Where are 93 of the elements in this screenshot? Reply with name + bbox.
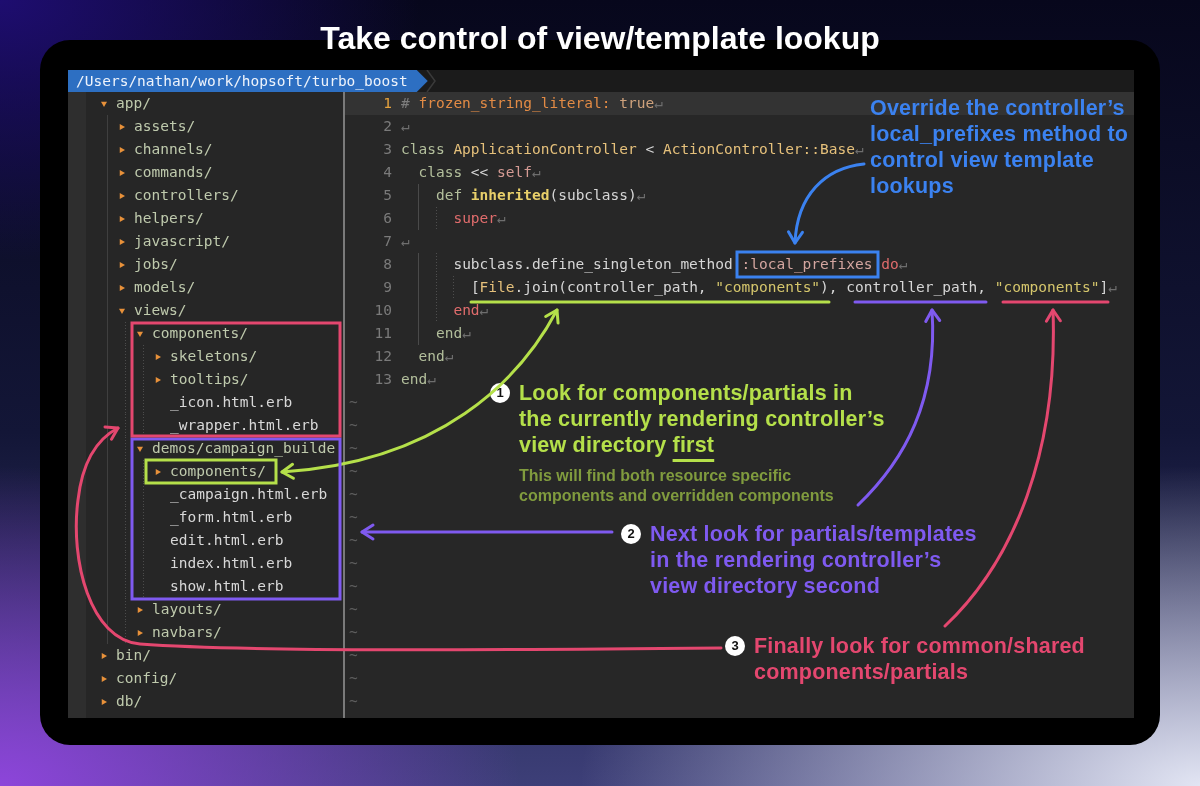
folder-item[interactable]: assets/ — [114, 115, 196, 138]
folder-item[interactable]: components/ — [150, 460, 267, 483]
line-number: 4 — [382, 163, 392, 182]
empty-line-marker: ~ — [349, 508, 358, 527]
caret-right-icon[interactable] — [155, 376, 161, 383]
caret-right-icon[interactable] — [119, 215, 125, 222]
caret-right-icon[interactable] — [137, 606, 143, 613]
empty-line-marker: ~ — [349, 600, 358, 619]
code-line: end↵ — [401, 370, 436, 389]
folder-item[interactable]: channels/ — [114, 138, 213, 161]
code-line: def inherited(subclass)↵ — [401, 184, 646, 207]
line-number: 2 — [382, 117, 392, 136]
empty-line-marker: ~ — [349, 692, 358, 711]
file-item[interactable]: _form.html.erb — [150, 506, 293, 529]
line-number: 5 — [382, 186, 392, 205]
line-number: 13 — [373, 370, 392, 389]
file-item[interactable]: _wrapper.html.erb — [150, 414, 319, 437]
folder-item[interactable]: tooltips/ — [150, 368, 249, 391]
caret-right-icon[interactable] — [119, 238, 125, 245]
code-line: ↵ — [401, 232, 410, 251]
caret-down-icon[interactable] — [119, 307, 125, 314]
caret-right-icon[interactable] — [101, 698, 107, 705]
folder-item[interactable]: skeletons/ — [150, 345, 258, 368]
folder-item[interactable]: navbars/ — [132, 621, 222, 644]
callout-text: Override the controller’s local_prefixes method to control view template lookups — [870, 95, 1129, 199]
line-number: 11 — [373, 324, 392, 343]
folder-item[interactable]: views/ — [114, 299, 187, 322]
line-number: 3 — [382, 140, 392, 159]
code-line: ↵ — [401, 117, 410, 136]
folder-item[interactable]: db/ — [96, 690, 143, 713]
empty-line-marker: ~ — [349, 646, 358, 665]
file-item[interactable]: edit.html.erb — [150, 529, 284, 552]
caret-down-icon[interactable] — [101, 100, 107, 107]
caret-right-icon[interactable] — [101, 675, 107, 682]
code-line: end↵ — [401, 299, 489, 322]
folder-item[interactable]: bin/ — [96, 644, 151, 667]
caret-right-icon[interactable] — [101, 652, 107, 659]
line-number: 8 — [382, 255, 392, 274]
caret-right-icon[interactable] — [137, 629, 143, 636]
empty-line-marker: ~ — [349, 393, 358, 412]
folder-item[interactable]: layouts/ — [132, 598, 222, 621]
caret-down-icon[interactable] — [137, 445, 143, 452]
caret-right-icon[interactable] — [155, 468, 161, 475]
line-number: 1 — [382, 94, 392, 113]
folder-item[interactable]: demos/campaign_builde — [132, 437, 336, 460]
empty-line-marker: ~ — [349, 462, 358, 481]
step-text: Look for components/partials in the currently rendering controller’s view directory first — [519, 380, 885, 459]
file-item[interactable]: _campaign.html.erb — [150, 483, 328, 506]
code-line: subclass.define_singleton_method :local_prefixes do↵ — [401, 253, 908, 276]
folder-item[interactable]: config/ — [96, 667, 178, 690]
caret-right-icon[interactable] — [155, 353, 161, 360]
line-number: 10 — [373, 301, 392, 320]
folder-item[interactable]: commands/ — [114, 161, 213, 184]
caret-right-icon[interactable] — [119, 261, 125, 268]
page-title: Take control of view/template lookup — [320, 20, 880, 56]
folder-item[interactable]: app/ — [96, 92, 151, 115]
line-number: 9 — [382, 278, 392, 297]
code-line: super↵ — [401, 207, 506, 230]
code-line: # frozen_string_literal: true↵ — [401, 94, 663, 114]
code-line: class << self↵ — [417, 163, 541, 182]
folder-item[interactable]: controllers/ — [114, 184, 239, 207]
code-line: end↵ — [417, 347, 454, 366]
line-number: 7 — [382, 232, 392, 251]
code-line: end↵ — [401, 322, 471, 345]
empty-line-marker: ~ — [349, 485, 358, 504]
folder-item[interactable]: models/ — [114, 276, 196, 299]
empty-line-marker: ~ — [349, 554, 358, 573]
caret-down-icon[interactable] — [137, 330, 143, 337]
caret-right-icon[interactable] — [119, 192, 125, 199]
empty-line-marker: ~ — [349, 623, 358, 642]
step-text: Next look for partials/templates in the rendering controller’s view directory second — [650, 521, 977, 600]
caret-right-icon[interactable] — [119, 146, 125, 153]
file-item[interactable]: show.html.erb — [150, 575, 284, 598]
folder-item[interactable]: helpers/ — [114, 207, 204, 230]
caret-right-icon[interactable] — [119, 284, 125, 291]
line-number: 12 — [373, 347, 392, 366]
code-line: class ApplicationController < ActionController::Base↵ — [401, 140, 864, 159]
empty-line-marker: ~ — [349, 439, 358, 458]
path-segment[interactable]: /Users/nathan/work/hopsoft/turbo_boost — [68, 70, 428, 92]
step-text: Finally look for common/shared components/partials — [754, 633, 1085, 686]
empty-line-marker: ~ — [349, 669, 358, 688]
line-number: 6 — [382, 209, 392, 228]
empty-line-marker: ~ — [349, 416, 358, 435]
folder-item[interactable]: javascript/ — [114, 230, 231, 253]
empty-line-marker: ~ — [349, 577, 358, 596]
empty-line-marker: ~ — [349, 531, 358, 550]
folder-item[interactable]: jobs/ — [114, 253, 178, 276]
file-item[interactable]: index.html.erb — [150, 552, 293, 575]
folder-item[interactable]: components/ — [132, 322, 249, 345]
code-line: [File.join(controller_path, "components"), controller_path, "components"]↵ — [401, 276, 1117, 299]
file-item[interactable]: _icon.html.erb — [150, 391, 293, 414]
caret-right-icon[interactable] — [119, 169, 125, 176]
caret-right-icon[interactable] — [119, 123, 125, 130]
